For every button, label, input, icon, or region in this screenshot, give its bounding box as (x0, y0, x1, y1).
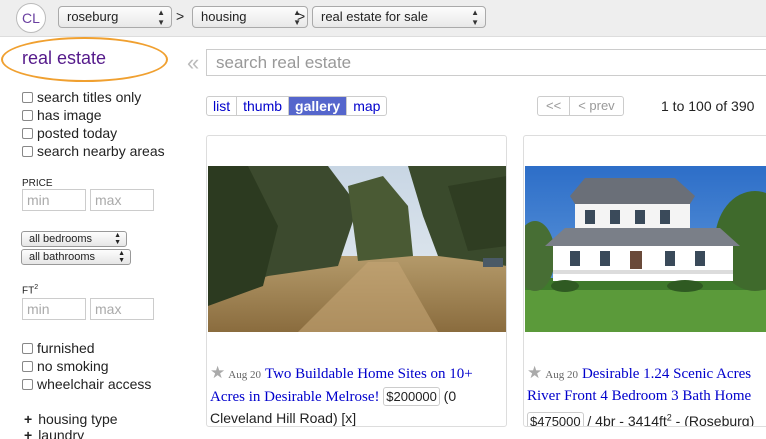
ft-text: FT (22, 285, 35, 297)
square-feet-label: FT2 (22, 284, 38, 296)
top-bar: CL roseburg ▲ ▼ > housing ▲ ▼ > real estat… (0, 0, 766, 37)
listing-details-suffix: - (Roseburg) (671, 412, 755, 427)
price-max-input[interactable]: max (90, 189, 154, 211)
price-min-input[interactable]: min (22, 189, 86, 211)
city-select[interactable]: roseburg ▲ ▼ (58, 6, 172, 28)
view-mode-toggle: list thumb gallery map (206, 96, 388, 116)
category-title[interactable]: real estate (22, 48, 106, 69)
expander-housing-type[interactable]: + housing type (24, 411, 118, 427)
subsection-select[interactable]: real estate for sale ▲ ▼ (312, 6, 486, 28)
listing-image[interactable] (208, 166, 506, 332)
listing-price: $200000 (383, 387, 440, 406)
breadcrumb-separator: > (176, 8, 185, 24)
favorite-star-icon[interactable]: ★ (210, 363, 225, 382)
checkbox-label: posted today (37, 125, 118, 141)
collapse-sidebar-icon[interactable]: « (187, 50, 199, 76)
select-arrows-icon: ▲ ▼ (471, 8, 479, 27)
checkbox-posted-today[interactable]: posted today (22, 125, 117, 141)
plus-icon: + (24, 411, 33, 427)
section-select[interactable]: housing ▲ ▼ (192, 6, 308, 28)
first-page-button[interactable]: << (538, 97, 571, 115)
listing-details: / 4br - 3414ft2 - (Roseburg) (587, 412, 755, 427)
hide-listing-button[interactable]: [x] (341, 410, 356, 426)
checkbox-label: has image (37, 107, 102, 123)
checkbox-search-nearby-areas[interactable]: search nearby areas (22, 143, 165, 159)
checkbox-furnished[interactable]: furnished (22, 340, 95, 356)
subsection-select-value: real estate for sale (321, 9, 428, 24)
pager: << < prev (537, 96, 624, 116)
breadcrumb-separator: > (297, 8, 306, 24)
listing-image[interactable] (525, 166, 766, 332)
sqft-max-input[interactable]: max (90, 298, 154, 320)
checkbox-label: furnished (37, 340, 95, 356)
field-with-trees-photo (208, 166, 506, 332)
prev-page-button[interactable]: < prev (570, 97, 623, 115)
view-gallery-tab[interactable]: gallery (289, 97, 348, 115)
house-photo (525, 166, 766, 332)
bedrooms-select-value: all bedrooms (29, 233, 92, 245)
sqft-min-input[interactable]: min (22, 298, 86, 320)
listing-text: ★ Aug 20 Desirable 1.24 Scenic Acres River… (527, 362, 766, 427)
expander-laundry[interactable]: + laundry (24, 427, 84, 439)
result-range: 1 to 100 of 390 (661, 98, 755, 114)
checkbox-icon[interactable] (22, 378, 33, 390)
checkbox-search-titles-only[interactable]: search titles only (22, 89, 141, 105)
ft-superscript: 2 (34, 284, 39, 291)
checkbox-label: wheelchair access (37, 376, 152, 392)
checkbox-no-smoking[interactable]: no smoking (22, 358, 109, 374)
checkbox-wheelchair-access[interactable]: wheelchair access (22, 376, 151, 392)
listing-date: Aug 20 (228, 369, 261, 381)
listing-text: ★ Aug 20 Two Buildable Home Sites on 10+ A… (210, 362, 500, 426)
checkbox-icon[interactable] (22, 127, 33, 139)
listing-card[interactable]: ★ Aug 20 Desirable 1.24 Scenic Acres River… (523, 135, 766, 427)
listing-card[interactable]: ★ Aug 20 Two Buildable Home Sites on 10+ A… (206, 135, 507, 427)
search-input[interactable]: search real estate (206, 49, 766, 76)
view-thumb-tab[interactable]: thumb (237, 97, 290, 115)
craigslist-logo[interactable]: CL (16, 3, 46, 33)
select-arrows-icon: ▲ ▼ (118, 250, 125, 264)
city-select-value: roseburg (67, 9, 119, 24)
checkbox-has-image[interactable]: has image (22, 107, 102, 123)
plus-icon: + (24, 427, 33, 439)
checkbox-label: no smoking (37, 358, 109, 374)
price-label: PRICE (22, 178, 53, 189)
checkbox-label: search nearby areas (37, 143, 165, 159)
expander-label: laundry (38, 427, 85, 439)
checkbox-label: search titles only (37, 89, 142, 105)
view-list-tab[interactable]: list (207, 97, 238, 115)
expander-label: housing type (38, 411, 118, 427)
section-select-value: housing (201, 9, 247, 24)
view-map-tab[interactable]: map (347, 97, 386, 115)
checkbox-icon[interactable] (22, 109, 33, 121)
checkbox-icon[interactable] (22, 360, 33, 372)
listing-price: $475000 (527, 411, 584, 426)
select-arrows-icon: ▲ ▼ (157, 8, 165, 27)
bedrooms-select[interactable]: all bedrooms ▲ ▼ (21, 231, 127, 247)
select-arrows-icon: ▲ ▼ (114, 232, 121, 246)
bathrooms-select[interactable]: all bathrooms ▲ ▼ (21, 249, 131, 265)
bathrooms-select-value: all bathrooms (29, 251, 96, 263)
checkbox-icon[interactable] (22, 145, 33, 157)
listing-details-prefix: / 4br - 3414ft (587, 412, 667, 427)
favorite-star-icon[interactable]: ★ (527, 363, 542, 382)
checkbox-icon[interactable] (22, 342, 33, 354)
checkbox-icon[interactable] (22, 91, 33, 103)
listing-date: Aug 20 (545, 369, 578, 381)
